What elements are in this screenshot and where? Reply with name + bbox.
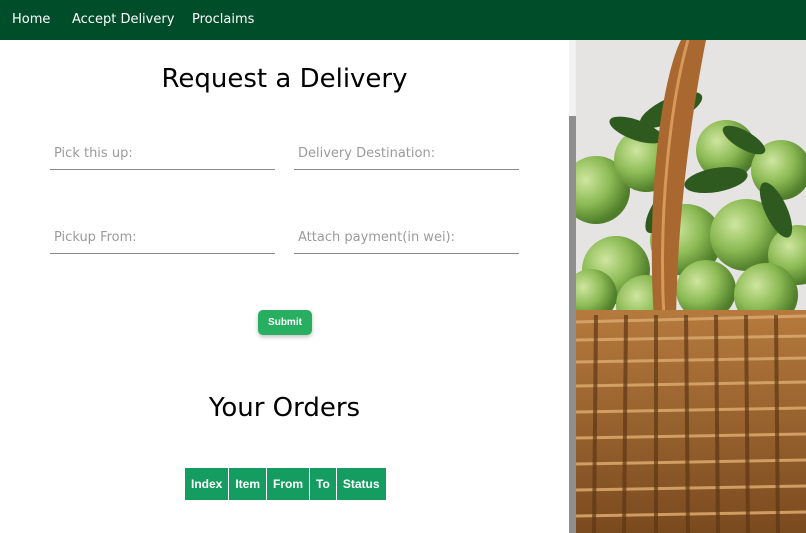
pick-this-up-input[interactable]	[50, 138, 275, 170]
submit-button[interactable]: Submit	[258, 310, 312, 335]
nav-accept-delivery-link[interactable]: Accept Delivery	[72, 12, 174, 27]
delivery-form-panel: Request a Delivery Submit Your Orders In…	[0, 40, 569, 533]
column-header-index: Index	[183, 467, 230, 501]
nav-home-link[interactable]: Home	[12, 12, 50, 27]
pickup-from-input[interactable]	[50, 222, 275, 254]
nav-proclaims-link[interactable]: Proclaims	[192, 12, 254, 27]
top-navbar: Home Accept Delivery Proclaims	[0, 0, 806, 40]
delivery-destination-input[interactable]	[294, 138, 519, 170]
apple-basket-image	[576, 40, 806, 533]
request-delivery-title: Request a Delivery	[161, 64, 408, 94]
your-orders-title: Your Orders	[208, 393, 361, 423]
attach-payment-input[interactable]	[294, 222, 519, 254]
orders-table-header-row: Index Item From To Status	[183, 467, 387, 501]
column-header-from: From	[266, 467, 311, 501]
column-header-item: Item	[228, 467, 268, 501]
page-scrollbar-thumb[interactable]	[569, 116, 576, 533]
column-header-to: To	[309, 467, 337, 501]
orders-table: Index Item From To Status	[183, 467, 387, 501]
column-header-status: Status	[335, 467, 387, 501]
